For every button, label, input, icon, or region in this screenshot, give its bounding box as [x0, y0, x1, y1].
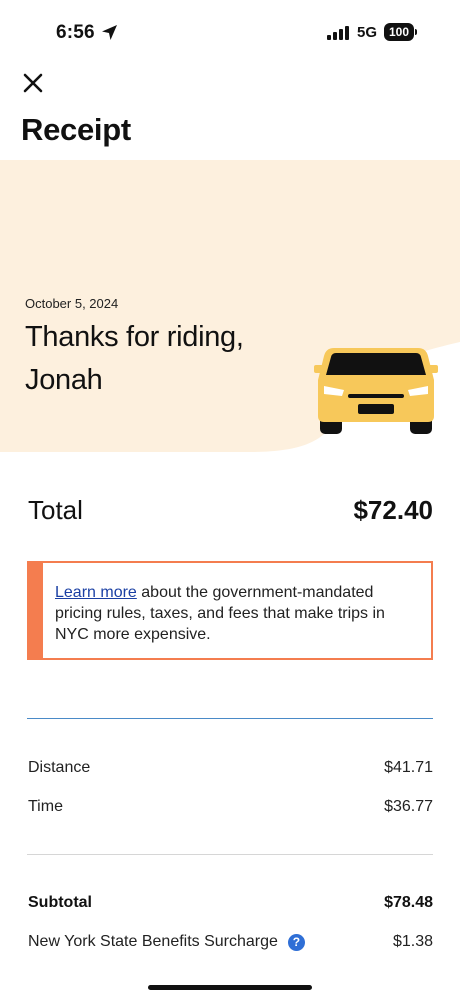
- battery-level: 100: [384, 23, 414, 41]
- receipt-banner: October 5, 2024 Thanks for riding, Jonah: [0, 160, 460, 452]
- signal-icon: [327, 26, 349, 40]
- total-row: Total $72.40: [28, 495, 433, 526]
- fare-label: Time: [28, 798, 63, 815]
- ride-date: October 5, 2024: [25, 296, 119, 311]
- surcharge-label-group: New York State Benefits Surcharge ?: [28, 933, 305, 951]
- section-divider: [27, 718, 433, 719]
- fare-value: $78.48: [384, 894, 433, 911]
- close-icon[interactable]: [22, 72, 44, 94]
- status-time: 6:56: [56, 22, 95, 43]
- pricing-notice: Learn more about the government-mandated…: [27, 561, 433, 660]
- fare-row-subtotal: Subtotal $78.48: [28, 894, 433, 912]
- fare-row-time: Time $36.77: [28, 798, 433, 816]
- fare-value: $36.77: [384, 798, 433, 815]
- fare-row-surcharge: New York State Benefits Surcharge ? $1.3…: [28, 933, 433, 951]
- fare-label: Distance: [28, 759, 91, 776]
- fare-divider: [27, 854, 433, 855]
- fare-row-distance: Distance $41.71: [28, 759, 433, 777]
- fare-label: New York State Benefits Surcharge: [28, 933, 278, 950]
- thanks-heading: Thanks for riding, Jonah: [25, 321, 244, 396]
- fare-value: $1.38: [392, 933, 433, 950]
- learn-more-link[interactable]: Learn more: [55, 584, 137, 601]
- page-title: Receipt: [21, 112, 131, 147]
- car-icon: [314, 348, 438, 434]
- network-label: 5G: [357, 24, 378, 41]
- battery-icon: 100: [384, 23, 417, 41]
- location-arrow-icon: [102, 25, 117, 40]
- fare-value: $41.71: [384, 759, 433, 776]
- info-icon[interactable]: ?: [287, 933, 305, 951]
- fare-label: Subtotal: [28, 894, 92, 911]
- status-bar: 6:56 5G 100: [0, 0, 460, 62]
- home-indicator[interactable]: [148, 985, 312, 990]
- total-label: Total: [28, 495, 83, 525]
- total-value: $72.40: [353, 495, 433, 525]
